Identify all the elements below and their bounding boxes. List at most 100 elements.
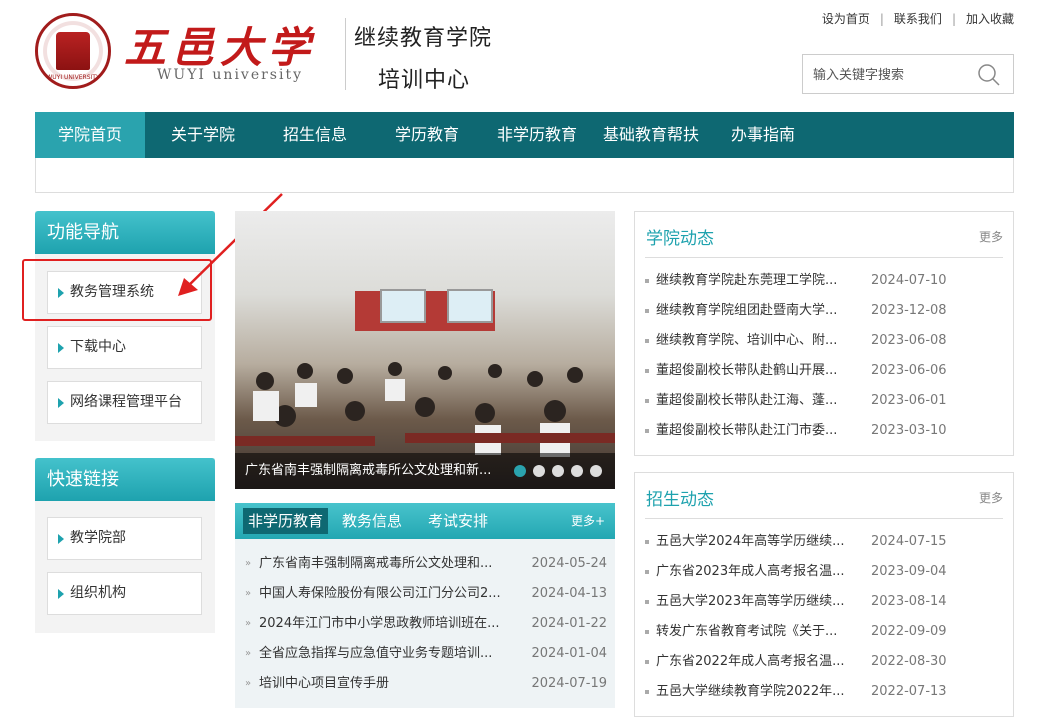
bullet [645, 339, 649, 343]
news-slideshow[interactable]: 广东省南丰强制隔离戒毒所公文处理和新... [235, 211, 615, 489]
double-arrow-icon: » [245, 588, 252, 599]
news-date: 2024-07-10 [871, 273, 947, 288]
nav-item-service-guide[interactable]: 办事指南 [719, 112, 807, 158]
list-item[interactable]: 转发广东省教育考试院《关于... 2022-09-09 [645, 617, 1005, 647]
double-arrow-icon: » [245, 558, 252, 569]
news-title: 培训中心项目宣传手册 [259, 676, 390, 691]
list-item[interactable]: 董超俊副校长带队赴江海、蓬... 2023-06-01 [645, 386, 1005, 416]
bullet [645, 540, 649, 544]
main-nav: 学院首页 关于学院 招生信息 学历教育 非学历教育 基础教育帮扶 办事指南 [35, 112, 1014, 158]
nav-item-non-degree-edu[interactable]: 非学历教育 [487, 112, 587, 158]
quick-links-box: 快速链接 教学院部 组织机构 [35, 458, 215, 633]
search-box [802, 54, 1014, 94]
triangle-right-icon [58, 589, 64, 599]
panel-title: 学院动态 [646, 229, 714, 249]
news-date: 2024-05-24 [531, 556, 607, 571]
list-item[interactable]: 继续教育学院赴东莞理工学院... 2024-07-10 [645, 266, 1005, 296]
list-item[interactable]: 五邑大学2023年高等学历继续... 2023-08-14 [645, 587, 1005, 617]
university-name: 五邑大学 [124, 23, 317, 72]
list-item[interactable]: 董超俊副校长带队赴江门市委... 2023-03-10 [645, 416, 1005, 446]
nav-subbar [35, 158, 1014, 193]
news-title: 中国人寿保险股份有限公司江门分公司2... [259, 586, 501, 601]
nav-item-home[interactable]: 学院首页 [35, 112, 145, 158]
add-favorite-link[interactable]: 加入收藏 [966, 12, 1014, 26]
sidebar-item-organization[interactable]: 组织机构 [47, 572, 202, 615]
more-link[interactable]: 更多 [979, 228, 1003, 245]
university-seal-logo[interactable]: WUYI UNIVERSITY [35, 13, 111, 89]
set-homepage-link[interactable]: 设为首页 [822, 12, 870, 26]
more-link[interactable]: 更多 [979, 489, 1003, 506]
projector-screen [380, 289, 426, 323]
divider [645, 257, 1003, 258]
bullet [645, 690, 649, 694]
bullet [645, 279, 649, 283]
news-title: 董超俊副校长带队赴江门市委... [656, 423, 838, 438]
training-center-name: 培训中心 [378, 68, 471, 93]
list-item[interactable]: » 全省应急指挥与应急值守业务专题培训... 2024-01-04 [245, 639, 609, 669]
search-icon[interactable] [977, 63, 1001, 87]
quick-links-title: 快速链接 [35, 458, 215, 501]
seal-text: WUYI UNIVERSITY [46, 74, 100, 81]
bullet [645, 570, 649, 574]
university-english-name: WUYI university [157, 67, 304, 83]
nav-item-admission[interactable]: 招生信息 [271, 112, 359, 158]
slide-dot[interactable] [552, 465, 564, 477]
list-item[interactable]: 广东省2022年成人高考报名温... 2022-08-30 [645, 647, 1005, 677]
site-header: WUYI UNIVERSITY 五邑大学 WUYI university 继续教… [0, 0, 1046, 112]
triangle-right-icon [58, 398, 64, 408]
list-item[interactable]: 五邑大学2024年高等学历继续... 2024-07-15 [645, 527, 1005, 557]
search-input[interactable] [813, 63, 963, 87]
news-title: 广东省南丰强制隔离戒毒所公文处理和... [259, 556, 493, 571]
news-title: 继续教育学院、培训中心、附... [656, 333, 838, 348]
news-date: 2023-06-06 [871, 363, 947, 378]
news-date: 2024-04-13 [531, 586, 607, 601]
slide-dot[interactable] [571, 465, 583, 477]
tab-non-degree-edu[interactable]: 非学历教育 [243, 508, 329, 534]
list-item[interactable]: 广东省2023年成人高考报名温... 2023-09-04 [645, 557, 1005, 587]
admission-news-panel: 招生动态 更多 五邑大学2024年高等学历继续... 2024-07-15 广东省… [634, 472, 1014, 717]
contact-us-link[interactable]: 联系我们 [894, 12, 942, 26]
list-item[interactable]: » 培训中心项目宣传手册 2024-07-19 [245, 669, 609, 699]
news-title: 广东省2022年成人高考报名温... [656, 654, 845, 669]
nav-item-about[interactable]: 关于学院 [159, 112, 247, 158]
header-divider [345, 18, 346, 90]
list-item[interactable]: » 2024年江门市中小学思政教师培训班在... 2024-01-22 [245, 609, 609, 639]
nav-item-degree-edu[interactable]: 学历教育 [383, 112, 471, 158]
list-item[interactable]: 继续教育学院组团赴暨南大学... 2023-12-08 [645, 296, 1005, 326]
separator: | [951, 12, 956, 26]
slide-dot[interactable] [533, 465, 545, 477]
news-date: 2024-01-22 [531, 616, 607, 631]
bullet [645, 369, 649, 373]
news-date: 2024-07-15 [871, 534, 947, 549]
nav-item-basic-edu-support[interactable]: 基础教育帮扶 [599, 112, 703, 158]
list-item[interactable]: » 广东省南丰强制隔离戒毒所公文处理和... 2024-05-24 [245, 549, 609, 579]
news-date: 2023-12-08 [871, 303, 947, 318]
news-title: 全省应急指挥与应急值守业务专题培训... [259, 646, 493, 661]
college-name: 继续教育学院 [354, 26, 493, 51]
slide-dot[interactable] [590, 465, 602, 477]
sidebar-item-download-center[interactable]: 下载中心 [47, 326, 202, 369]
sidebar-item-label: 教学院部 [70, 530, 126, 546]
tab-exam-schedule[interactable]: 考试安排 [423, 508, 493, 534]
bullet [645, 630, 649, 634]
news-date: 2023-06-08 [871, 333, 947, 348]
news-title: 2024年江门市中小学思政教师培训班在... [259, 616, 500, 631]
separator: | [879, 12, 884, 26]
news-title: 广东省2023年成人高考报名温... [656, 564, 845, 579]
list-item[interactable]: 继续教育学院、培训中心、附... 2023-06-08 [645, 326, 1005, 356]
sidebar-item-departments[interactable]: 教学院部 [47, 517, 202, 560]
news-date: 2022-07-13 [871, 684, 947, 699]
list-item[interactable]: » 中国人寿保险股份有限公司江门分公司2... 2024-04-13 [245, 579, 609, 609]
double-arrow-icon: » [245, 678, 252, 689]
double-arrow-icon: » [245, 618, 252, 629]
meeting-photo-crowd [235, 362, 615, 457]
slide-dot[interactable] [514, 465, 526, 477]
top-links: 设为首页 | 联系我们 | 加入收藏 [822, 10, 1014, 27]
more-link[interactable]: 更多+ [571, 512, 605, 529]
bullet [645, 660, 649, 664]
bullet [645, 600, 649, 604]
list-item[interactable]: 五邑大学继续教育学院2022年... 2022-07-13 [645, 677, 1005, 707]
list-item[interactable]: 董超俊副校长带队赴鹤山开展... 2023-06-06 [645, 356, 1005, 386]
sidebar-item-online-course-platform[interactable]: 网络课程管理平台 [47, 381, 202, 424]
tab-academic-info[interactable]: 教务信息 [337, 508, 407, 534]
